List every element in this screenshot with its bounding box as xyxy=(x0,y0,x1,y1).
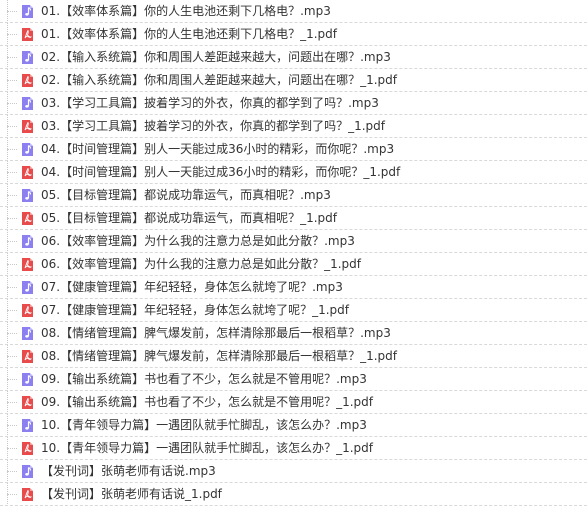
music-file-icon xyxy=(21,142,34,157)
tree-guide-tick xyxy=(7,402,17,403)
file-row[interactable]: 06.【效率管理篇】为什么我的注意力总是如此分散？_1.pdf xyxy=(0,253,587,276)
file-row[interactable]: 【发刊词】张萌老师有话说_1.pdf xyxy=(0,483,587,506)
row-divider xyxy=(0,505,587,506)
file-row[interactable]: 01.【效率体系篇】你的人生电池还剩下几格电？_1.pdf xyxy=(0,23,587,46)
file-name: 06.【效率管理篇】为什么我的注意力总是如此分散？_1.pdf xyxy=(41,257,361,271)
music-file-icon xyxy=(21,96,34,111)
tree-guide-tick xyxy=(7,218,17,219)
tree-guide-tick xyxy=(7,241,17,242)
music-file-icon xyxy=(21,234,34,249)
file-name: 05.【目标管理篇】都说成功靠运气，而真相呢？_1.pdf xyxy=(41,211,337,225)
tree-guide-tick xyxy=(7,126,17,127)
music-file-icon xyxy=(21,418,34,433)
file-name: 02.【输入系统篇】你和周围人差距越来越大，问题出在哪？.mp3 xyxy=(41,50,391,64)
file-name: 【发刊词】张萌老师有话说.mp3 xyxy=(41,464,216,478)
tree-guide-tick xyxy=(7,80,17,81)
file-name: 08.【情绪管理篇】脾气爆发前，怎样清除那最后一根稻草？_1.pdf xyxy=(41,349,397,363)
music-file-icon xyxy=(21,372,34,387)
pdf-file-icon xyxy=(21,395,34,410)
file-row[interactable]: 10.【青年领导力篇】一遇团队就手忙脚乱，该怎么办？.mp3 xyxy=(0,414,587,437)
pdf-file-icon xyxy=(21,257,34,272)
pdf-file-icon xyxy=(21,487,34,502)
tree-guide-tick xyxy=(7,448,17,449)
file-row[interactable]: 09.【输出系统篇】书也看了不少，怎么就是不管用呢？.mp3 xyxy=(0,368,587,391)
file-name: 03.【学习工具篇】披着学习的外衣，你真的都学到了吗？.mp3 xyxy=(41,96,379,110)
tree-guide-tick xyxy=(7,11,17,12)
file-row[interactable]: 03.【学习工具篇】披着学习的外衣，你真的都学到了吗？_1.pdf xyxy=(0,115,587,138)
pdf-file-icon xyxy=(21,27,34,42)
file-row[interactable]: 08.【情绪管理篇】脾气爆发前，怎样清除那最后一根稻草？.mp3 xyxy=(0,322,587,345)
music-file-icon xyxy=(21,4,34,19)
tree-guide-tick xyxy=(7,195,17,196)
tree-guide-tick xyxy=(7,172,17,173)
file-row[interactable]: 07.【健康管理篇】年纪轻轻，身体怎么就垮了呢？_1.pdf xyxy=(0,299,587,322)
file-name: 09.【输出系统篇】书也看了不少，怎么就是不管用呢？_1.pdf xyxy=(41,395,373,409)
pdf-file-icon xyxy=(21,441,34,456)
file-name: 【发刊词】张萌老师有话说_1.pdf xyxy=(41,487,222,501)
file-name: 01.【效率体系篇】你的人生电池还剩下几格电？.mp3 xyxy=(41,4,331,18)
pdf-file-icon xyxy=(21,349,34,364)
file-name: 10.【青年领导力篇】一遇团队就手忙脚乱，该怎么办？.mp3 xyxy=(41,418,367,432)
tree-guide-tick xyxy=(7,103,17,104)
tree-guide-tick xyxy=(7,333,17,334)
file-row[interactable]: 【发刊词】张萌老师有话说.mp3 xyxy=(0,460,587,483)
pdf-file-icon xyxy=(21,119,34,134)
music-file-icon xyxy=(21,326,34,341)
file-name: 04.【时间管理篇】别人一天能过成36小时的精彩，而你呢？.mp3 xyxy=(41,142,395,156)
file-row[interactable]: 04.【时间管理篇】别人一天能过成36小时的精彩，而你呢？.mp3 xyxy=(0,138,587,161)
file-row[interactable]: 05.【目标管理篇】都说成功靠运气，而真相呢？_1.pdf xyxy=(0,207,587,230)
file-name: 09.【输出系统篇】书也看了不少，怎么就是不管用呢？.mp3 xyxy=(41,372,367,386)
tree-guide-tick xyxy=(7,149,17,150)
pdf-file-icon xyxy=(21,165,34,180)
tree-guide-tick xyxy=(7,425,17,426)
file-name: 07.【健康管理篇】年纪轻轻，身体怎么就垮了呢？_1.pdf xyxy=(41,303,349,317)
tree-guide-tick xyxy=(7,57,17,58)
tree-guide-tick xyxy=(7,264,17,265)
music-file-icon xyxy=(21,280,34,295)
file-name: 07.【健康管理篇】年纪轻轻，身体怎么就垮了呢？.mp3 xyxy=(41,280,343,294)
file-row[interactable]: 07.【健康管理篇】年纪轻轻，身体怎么就垮了呢？.mp3 xyxy=(0,276,587,299)
file-row[interactable]: 05.【目标管理篇】都说成功靠运气，而真相呢？.mp3 xyxy=(0,184,587,207)
file-row[interactable]: 09.【输出系统篇】书也看了不少，怎么就是不管用呢？_1.pdf xyxy=(0,391,587,414)
file-row[interactable]: 10.【青年领导力篇】一遇团队就手忙脚乱，该怎么办？_1.pdf xyxy=(0,437,587,460)
file-name: 02.【输入系统篇】你和周围人差距越来越大，问题出在哪？_1.pdf xyxy=(41,73,397,87)
file-name: 06.【效率管理篇】为什么我的注意力总是如此分散？.mp3 xyxy=(41,234,355,248)
file-name: 03.【学习工具篇】披着学习的外衣，你真的都学到了吗？_1.pdf xyxy=(41,119,385,133)
tree-guide-tick xyxy=(7,34,17,35)
file-name: 10.【青年领导力篇】一遇团队就手忙脚乱，该怎么办？_1.pdf xyxy=(41,441,373,455)
tree-guide-tick xyxy=(7,471,17,472)
music-file-icon xyxy=(21,464,34,479)
tree-guide-tick xyxy=(7,379,17,380)
pdf-file-icon xyxy=(21,211,34,226)
tree-guide-tick xyxy=(7,310,17,311)
tree-guide-tick xyxy=(7,494,17,495)
file-list: 01.【效率体系篇】你的人生电池还剩下几格电？.mp3 01.【效率体系篇】你的人… xyxy=(0,0,587,525)
file-name: 08.【情绪管理篇】脾气爆发前，怎样清除那最后一根稻草？.mp3 xyxy=(41,326,391,340)
tree-guide-tick xyxy=(7,287,17,288)
file-row[interactable]: 06.【效率管理篇】为什么我的注意力总是如此分散？.mp3 xyxy=(0,230,587,253)
file-row[interactable]: 08.【情绪管理篇】脾气爆发前，怎样清除那最后一根稻草？_1.pdf xyxy=(0,345,587,368)
file-row[interactable]: 03.【学习工具篇】披着学习的外衣，你真的都学到了吗？.mp3 xyxy=(0,92,587,115)
file-name: 01.【效率体系篇】你的人生电池还剩下几格电？_1.pdf xyxy=(41,27,337,41)
pdf-file-icon xyxy=(21,73,34,88)
music-file-icon xyxy=(21,188,34,203)
file-row[interactable]: 01.【效率体系篇】你的人生电池还剩下几格电？.mp3 xyxy=(0,0,587,23)
file-row[interactable]: 02.【输入系统篇】你和周围人差距越来越大，问题出在哪？_1.pdf xyxy=(0,69,587,92)
file-row[interactable]: 04.【时间管理篇】别人一天能过成36小时的精彩，而你呢？_1.pdf xyxy=(0,161,587,184)
file-name: 04.【时间管理篇】别人一天能过成36小时的精彩，而你呢？_1.pdf xyxy=(41,165,401,179)
file-name: 05.【目标管理篇】都说成功靠运气，而真相呢？.mp3 xyxy=(41,188,331,202)
file-row[interactable]: 02.【输入系统篇】你和周围人差距越来越大，问题出在哪？.mp3 xyxy=(0,46,587,69)
music-file-icon xyxy=(21,50,34,65)
pdf-file-icon xyxy=(21,303,34,318)
tree-guide-tick xyxy=(7,356,17,357)
